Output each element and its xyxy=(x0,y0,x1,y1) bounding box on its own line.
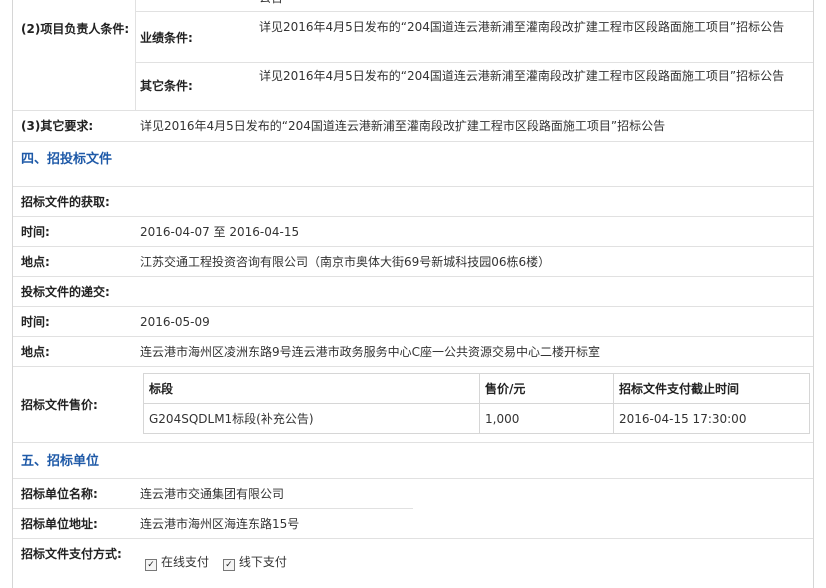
price-table-header-row: 标段 售价/元 招标文件支付截止时间 xyxy=(143,373,810,404)
section-5-heading: 五、招标单位 xyxy=(21,454,100,469)
manager-conditions-label: (2)项目负责人条件: xyxy=(21,22,130,36)
performance-value: 详见2016年4月5日发布的“204国道连云港新浦至灌南段改扩建工程市区段路面施… xyxy=(259,20,785,34)
offline-payment-label: 线下支付 xyxy=(238,555,287,569)
table-row: G204SQDLM1标段(补充公告) 1,000 2016-04-15 17:3… xyxy=(143,403,810,434)
offline-payment-checkbox[interactable]: ✓ xyxy=(222,559,235,571)
other-conditions-value: 详见2016年4月5日发布的“204国道连云港新浦至灌南段改扩建工程市区段路面施… xyxy=(259,69,785,83)
cell-deadline: 2016-04-15 17:30:00 xyxy=(613,403,810,434)
offline-payment-option[interactable]: ✓ 线下支付 xyxy=(222,555,287,571)
cut-off-text: 公告 xyxy=(259,0,283,8)
obtain-place-label: 地点: xyxy=(21,255,50,269)
online-payment-checkbox[interactable]: ✓ xyxy=(145,559,157,571)
cell-section: G204SQDLM1标段(补充公告) xyxy=(143,403,480,434)
payment-method-label: 招标文件支付方式: xyxy=(21,547,122,561)
tenderer-name-label: 招标单位名称: xyxy=(21,487,98,501)
col-header-price: 售价/元 xyxy=(479,373,614,404)
submit-place-label: 地点: xyxy=(21,345,50,359)
online-payment-label: 在线支付 xyxy=(161,555,210,569)
price-table: 标段 售价/元 招标文件支付截止时间 G204SQDLM1标段(补充公告) 1,… xyxy=(143,373,810,434)
obtain-place-value: 江苏交通工程投资咨询有限公司（南京市奥体大街69号新城科技园06栋6楼） xyxy=(140,255,551,269)
tenderer-address-label: 招标单位地址: xyxy=(21,517,98,531)
obtain-time-value: 2016-04-07 至 2016-04-15 xyxy=(140,225,300,239)
submit-time-value: 2016-05-09 xyxy=(140,315,210,329)
other-conditions-label: 其它条件: xyxy=(140,79,193,93)
tenderer-address-value: 连云港市海州区海连东路15号 xyxy=(140,517,300,531)
tenderer-name-value: 连云港市交通集团有限公司 xyxy=(140,487,285,501)
payment-options: ✓ 在线支付 ✓ 线下支付 xyxy=(145,552,287,572)
col-header-section: 标段 xyxy=(143,373,480,404)
notice-frame: 公告 (2)项目负责人条件: 业绩条件: 详见2016年4月5日发布的“204国… xyxy=(12,0,814,588)
obtain-time-label: 时间: xyxy=(21,225,50,239)
cell-price: 1,000 xyxy=(479,403,614,434)
price-label: 招标文件售价: xyxy=(21,398,98,412)
online-payment-option[interactable]: ✓ 在线支付 xyxy=(145,555,213,571)
submit-place-value: 连云港市海州区凌洲东路9号连云港市政务服务中心C座一公共资源交易中心二楼开标室 xyxy=(140,345,601,359)
submit-time-label: 时间: xyxy=(21,315,50,329)
submit-label: 投标文件的递交: xyxy=(21,285,110,299)
other-requirements-value: 详见2016年4月5日发布的“204国道连云港新浦至灌南段改扩建工程市区段路面施… xyxy=(140,119,666,133)
performance-label: 业绩条件: xyxy=(140,31,193,45)
other-requirements-label: (3)其它要求: xyxy=(21,119,94,133)
obtain-label: 招标文件的获取: xyxy=(21,195,110,209)
col-header-deadline: 招标文件支付截止时间 xyxy=(613,373,810,404)
section-4-heading: 四、招投标文件 xyxy=(21,152,113,167)
